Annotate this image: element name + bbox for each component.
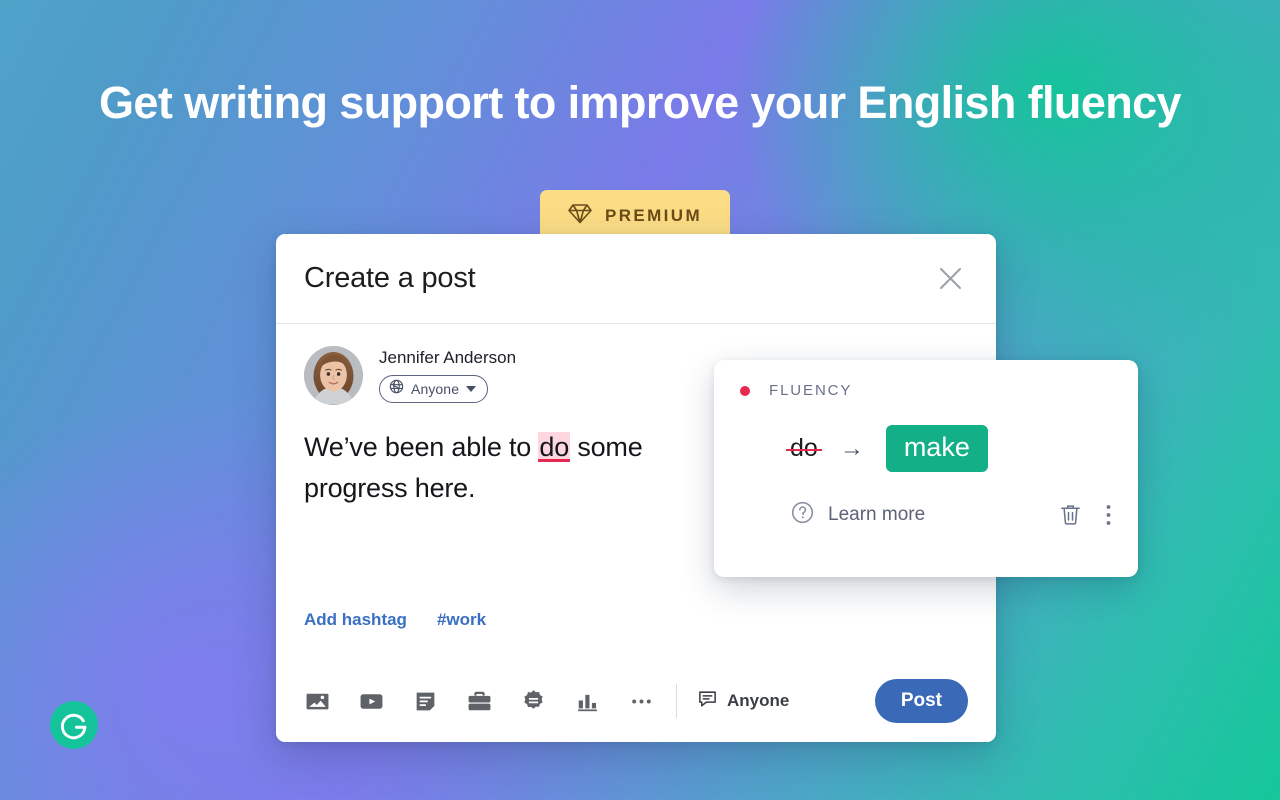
suggestion-type-dot: [740, 385, 750, 396]
original-word: do: [786, 434, 822, 462]
page-title: Create a post: [304, 262, 476, 294]
comment-scope-selector[interactable]: Anyone: [697, 688, 789, 714]
post-text-before: We’ve been able to: [304, 432, 539, 462]
globe-icon: [389, 379, 404, 399]
more-horizontal-icon[interactable]: [628, 688, 654, 714]
audience-label: Anyone: [411, 381, 460, 397]
comment-bubble-icon: [697, 688, 718, 714]
toolbar-divider: [676, 684, 677, 718]
diamond-icon: [568, 203, 592, 229]
document-icon[interactable]: [412, 688, 438, 714]
comment-scope-label: Anyone: [727, 691, 790, 710]
image-icon[interactable]: [304, 688, 330, 714]
poll-chart-icon[interactable]: [574, 688, 600, 714]
celebrate-badge-icon[interactable]: [520, 688, 546, 714]
question-circle-icon: [790, 500, 815, 530]
suggestion-actions: [1058, 502, 1112, 528]
author-name: Jennifer Anderson: [379, 348, 517, 367]
grammarly-logo[interactable]: [50, 701, 98, 749]
hashtag-work[interactable]: #work: [437, 610, 486, 630]
chevron-down-icon: [466, 386, 477, 392]
learn-more-label: Learn more: [828, 504, 926, 525]
post-toolbar: Anyone Post: [276, 660, 996, 742]
learn-more-link[interactable]: Learn more: [790, 500, 925, 530]
page-headline: Get writing support to improve your Engl…: [99, 77, 1182, 128]
post-card-header: Create a post: [276, 234, 996, 324]
page-root: Get writing support to improve your Engl…: [0, 0, 1280, 800]
suggestion-category-label: FLUENCY: [769, 382, 853, 399]
briefcase-icon[interactable]: [466, 688, 492, 714]
suggestion-change-row: do → make: [740, 425, 1112, 472]
add-hashtag-link[interactable]: Add hashtag: [304, 610, 407, 630]
premium-badge-label: PREMIUM: [604, 206, 703, 225]
author-meta: Jennifer Anderson Anyone: [379, 348, 516, 403]
post-button[interactable]: Post: [874, 679, 968, 723]
video-icon[interactable]: [358, 688, 384, 714]
suggestion-header: FLUENCY: [740, 382, 1112, 399]
flagged-word[interactable]: do: [538, 432, 571, 462]
audience-selector[interactable]: Anyone: [379, 375, 489, 403]
trash-icon[interactable]: [1058, 502, 1083, 528]
suggestion-card: FLUENCY do → make Learn more: [714, 360, 1138, 577]
replacement-word-button[interactable]: make: [885, 425, 988, 472]
hashtag-row: Add hashtag #work: [304, 610, 486, 630]
post-text[interactable]: We’ve been able to do some progress here…: [276, 405, 706, 509]
toolbar-icon-group: [304, 688, 654, 714]
more-vertical-icon[interactable]: [1105, 502, 1112, 528]
suggestion-footer: Learn more: [740, 500, 1112, 530]
arrow-right-icon: →: [839, 434, 864, 462]
close-icon[interactable]: [932, 261, 968, 297]
avatar: [304, 346, 363, 405]
